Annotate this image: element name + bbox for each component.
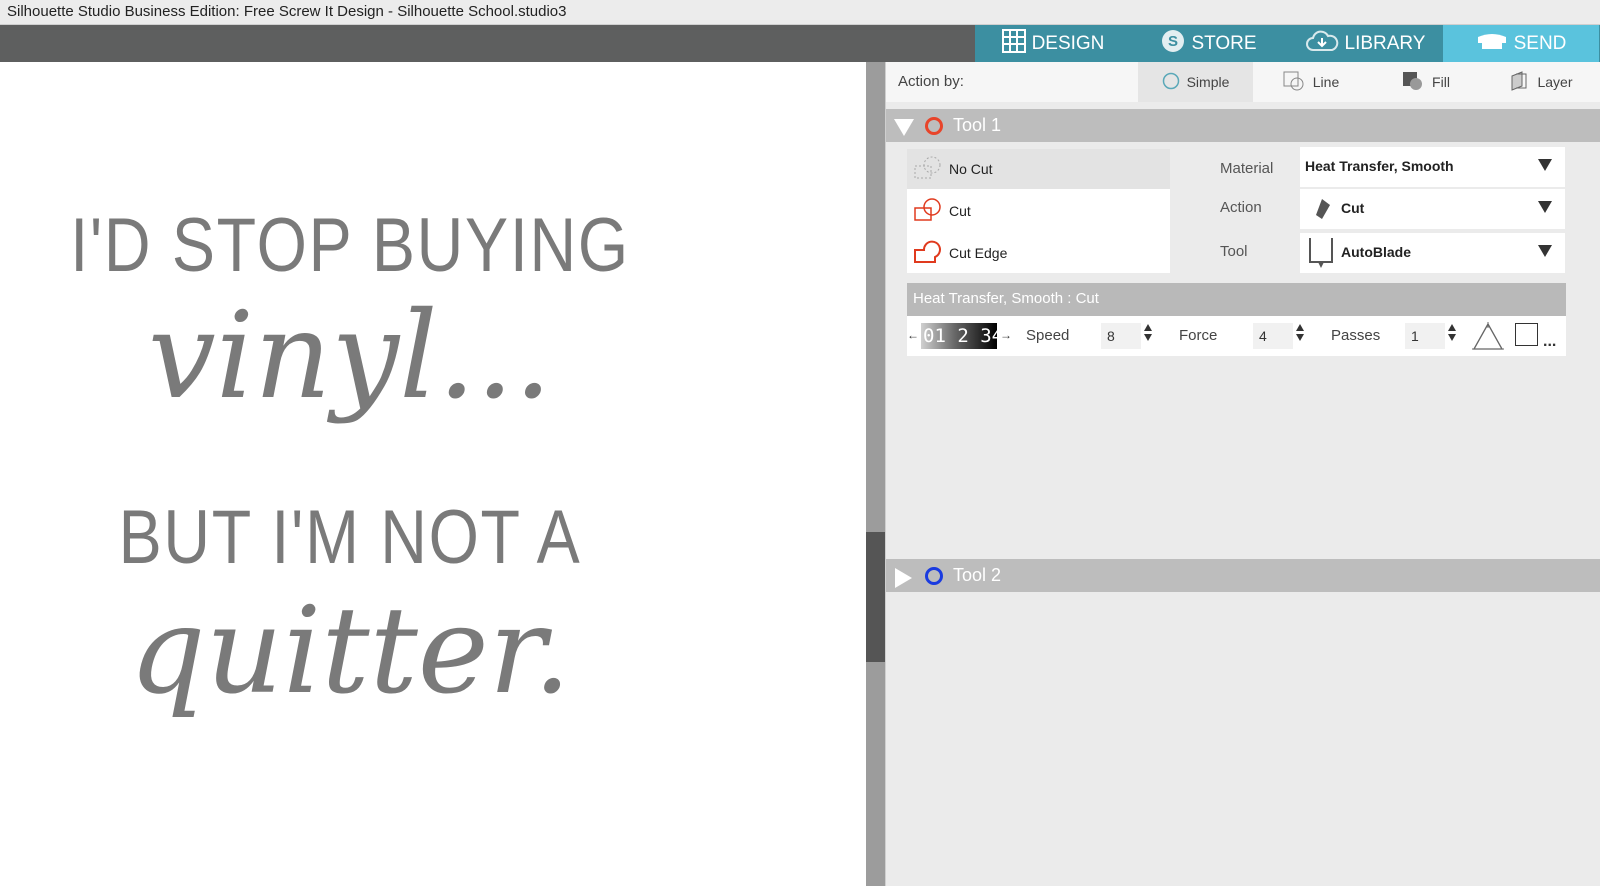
- tool-1-color-icon: [925, 117, 943, 135]
- tool-select[interactable]: AutoBlade: [1300, 233, 1565, 273]
- arrow-right-icon[interactable]: →: [1000, 328, 1012, 342]
- action-mode-tabs: Simple Line Fill Layer: [1138, 62, 1598, 102]
- design-text-line-4: quitter.: [128, 582, 572, 721]
- tab-send-label: SEND: [1513, 32, 1567, 54]
- tool-1-name: Tool 1: [953, 115, 1002, 135]
- window-title: Silhouette Studio Business Edition: Free…: [7, 3, 567, 20]
- cut-option-cut-edge[interactable]: Cut Edge: [907, 233, 1170, 273]
- more-options-icon[interactable]: ...: [1543, 333, 1556, 351]
- passes-stepper[interactable]: [1447, 321, 1457, 349]
- line-segment-overcut-icon[interactable]: [1472, 321, 1504, 356]
- layer-mode-icon: [1508, 70, 1530, 95]
- tool-label: Tool: [1220, 243, 1248, 260]
- svg-text:S: S: [1168, 33, 1178, 50]
- mode-line[interactable]: Line: [1253, 62, 1368, 102]
- tab-store-label: STORE: [1191, 32, 1257, 54]
- material-label: Material: [1220, 160, 1274, 177]
- collapse-triangle-icon[interactable]: [893, 117, 915, 142]
- cut-option-cut[interactable]: Cut: [907, 191, 1170, 231]
- fill-mode-icon: [1401, 70, 1425, 95]
- title-bar: Silhouette Studio Business Edition: Free…: [0, 0, 1600, 25]
- mode-line-label: Line: [1312, 74, 1340, 90]
- mode-layer[interactable]: Layer: [1483, 62, 1598, 102]
- arrow-left-icon[interactable]: ←: [907, 328, 919, 342]
- material-select[interactable]: Heat Transfer, Smooth: [1300, 147, 1565, 187]
- cut-option-no-cut[interactable]: No Cut: [907, 149, 1170, 189]
- force-label: Force: [1179, 327, 1218, 344]
- action-by-label: Action by:: [898, 73, 964, 90]
- mode-simple[interactable]: Simple: [1138, 62, 1253, 102]
- chevron-down-icon: [1538, 159, 1552, 171]
- action-by-bar: Action by: Simple Line Fill Layer: [886, 62, 1600, 102]
- cut-settings-header: Heat Transfer, Smooth : Cut: [907, 283, 1566, 316]
- mode-fill[interactable]: Fill: [1368, 62, 1483, 102]
- design-canvas[interactable]: I'D STOP BUYING vinyl... BUT I'M NOT A q…: [0, 62, 866, 886]
- send-panel: Action by: Simple Line Fill Layer Tool 1…: [885, 62, 1600, 886]
- passes-label: Passes: [1331, 327, 1381, 344]
- tab-design[interactable]: DESIGN: [975, 25, 1131, 62]
- cutter-icon: [1476, 29, 1508, 59]
- mode-fill-label: Fill: [1432, 74, 1450, 90]
- cut-icon: [913, 196, 943, 226]
- speed-label: Speed: [1026, 327, 1070, 344]
- cut-option-label: Cut: [949, 203, 971, 219]
- tab-store[interactable]: S STORE: [1131, 25, 1287, 62]
- cut-edge-icon: [913, 238, 943, 268]
- cut-settings-title: Heat Transfer, Smooth : Cut: [913, 290, 1099, 307]
- cut-option-label: No Cut: [949, 161, 993, 177]
- chevron-down-icon: [1538, 245, 1552, 257]
- design-text-line-1: I'D STOP BUYING: [70, 203, 630, 288]
- tool-2-name: Tool 2: [953, 565, 1002, 585]
- design-text-line-2: vinyl...: [147, 287, 553, 426]
- line-mode-icon: [1282, 70, 1306, 95]
- blade-depth-scale[interactable]: 01 2 34: [921, 323, 997, 349]
- tab-library-label: LIBRARY: [1344, 32, 1426, 54]
- tab-send[interactable]: SEND: [1443, 25, 1599, 62]
- material-value: Heat Transfer, Smooth: [1305, 158, 1454, 174]
- simple-circle-icon: [1162, 72, 1180, 93]
- speed-stepper[interactable]: [1143, 321, 1153, 349]
- tool-2-color-icon: [925, 567, 943, 585]
- autoblade-icon: [1306, 236, 1336, 275]
- blade-action-icon: [1312, 197, 1332, 226]
- cloud-icon: [1305, 29, 1339, 59]
- tool-2-header[interactable]: Tool 2: [886, 559, 1600, 592]
- action-value: Cut: [1341, 200, 1365, 216]
- scrollbar-thumb[interactable]: [866, 532, 885, 662]
- cut-settings-row: ← 01 2 34 → Speed 8 Force 4 Passes 1 ...: [907, 316, 1566, 356]
- chevron-down-icon: [1538, 201, 1552, 213]
- cut-option-label: Cut Edge: [949, 245, 1008, 261]
- passes-input[interactable]: 1: [1405, 323, 1445, 349]
- tool-value: AutoBlade: [1341, 244, 1411, 260]
- tab-design-label: DESIGN: [1031, 32, 1105, 54]
- force-stepper[interactable]: [1295, 321, 1305, 349]
- tool-1-header[interactable]: Tool 1: [886, 109, 1600, 142]
- mode-simple-label: Simple: [1186, 74, 1230, 90]
- no-cut-icon: [913, 154, 943, 184]
- force-input[interactable]: 4: [1253, 323, 1293, 349]
- cut-style-list: No Cut Cut Cut Edge: [907, 149, 1170, 273]
- canvas-scrollbar[interactable]: [866, 62, 885, 886]
- action-label: Action: [1220, 199, 1262, 216]
- expand-triangle-icon[interactable]: [893, 567, 913, 594]
- nav-tabs: DESIGN S STORE LIBRARY SEND: [975, 25, 1600, 62]
- top-nav-bar: DESIGN S STORE LIBRARY SEND: [0, 25, 1600, 62]
- speed-input[interactable]: 8: [1101, 323, 1141, 349]
- grid-icon: [1001, 28, 1026, 59]
- mode-layer-label: Layer: [1537, 74, 1573, 90]
- action-select[interactable]: Cut: [1300, 189, 1565, 229]
- advanced-settings-checkbox[interactable]: [1515, 323, 1538, 346]
- tab-library[interactable]: LIBRARY: [1287, 25, 1443, 62]
- design-text-line-3: BUT I'M NOT A: [118, 495, 582, 580]
- store-s-icon: S: [1161, 29, 1185, 59]
